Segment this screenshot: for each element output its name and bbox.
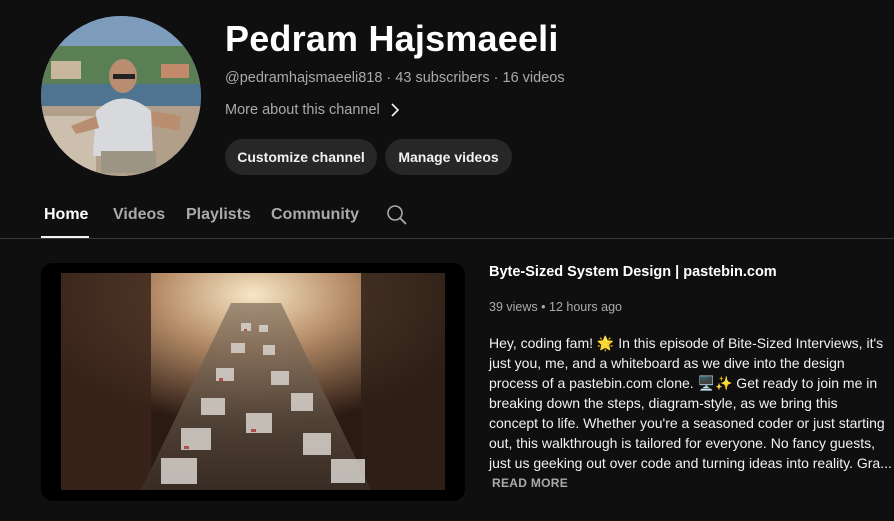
channel-avatar[interactable] — [41, 16, 201, 176]
read-more-button[interactable]: READ MORE — [492, 476, 568, 490]
tab-community[interactable]: Community — [271, 206, 359, 224]
description-line: breaking down the steps, diagram-style, … — [489, 395, 838, 411]
tab-playlists[interactable]: Playlists — [186, 206, 251, 224]
description-line: just us geeking out over code and turnin… — [489, 455, 892, 471]
customize-channel-button[interactable]: Customize channel — [225, 139, 377, 175]
channel-name: Pedram Hajsmaeeli — [225, 18, 559, 59]
search-icon[interactable] — [386, 204, 408, 231]
view-count: 39 views — [489, 300, 538, 314]
description-line: Hey, coding fam! 🌟 In this episode of Bi… — [489, 335, 884, 351]
channel-meta: @pedramhajsmaeeli818 · 43 subscribers · … — [225, 70, 565, 86]
featured-video-title[interactable]: Byte-Sized System Design | pastebin.com — [489, 264, 777, 280]
description-line: just you, me, and a whiteboard as we div… — [489, 355, 845, 371]
about-link-label: More about this channel — [225, 102, 380, 118]
tab-home[interactable]: Home — [44, 206, 88, 224]
manage-videos-button[interactable]: Manage videos — [385, 139, 512, 175]
tabs-divider — [0, 238, 894, 239]
subscriber-count: 43 subscribers — [395, 70, 490, 86]
upload-age: 12 hours ago — [549, 300, 622, 314]
meta-separator: · — [386, 70, 392, 86]
avatar-photo — [41, 16, 201, 176]
featured-video-stats: 39 views • 12 hours ago — [489, 300, 622, 314]
thumbnail-image — [41, 263, 465, 501]
description-line: out, this walkthrough is tailored for ev… — [489, 435, 875, 451]
meta-separator: · — [493, 70, 499, 86]
tab-videos[interactable]: Videos — [113, 206, 165, 224]
featured-video-thumbnail[interactable] — [41, 263, 465, 501]
stats-separator: • — [541, 300, 546, 314]
description-line: process of a pastebin.com clone. 🖥️✨ Get… — [489, 375, 878, 391]
description-line: concept to life. Whether you're a season… — [489, 415, 885, 431]
channel-handle: @pedramhajsmaeeli818 — [225, 70, 383, 86]
more-about-channel-link[interactable]: More about this channel — [225, 102, 400, 118]
channel-tabs: Home Videos Playlists Community — [0, 196, 894, 239]
chevron-right-icon — [390, 102, 400, 118]
video-count: 16 videos — [502, 70, 565, 86]
featured-video-description: Hey, coding fam! 🌟 In this episode of Bi… — [489, 333, 892, 473]
